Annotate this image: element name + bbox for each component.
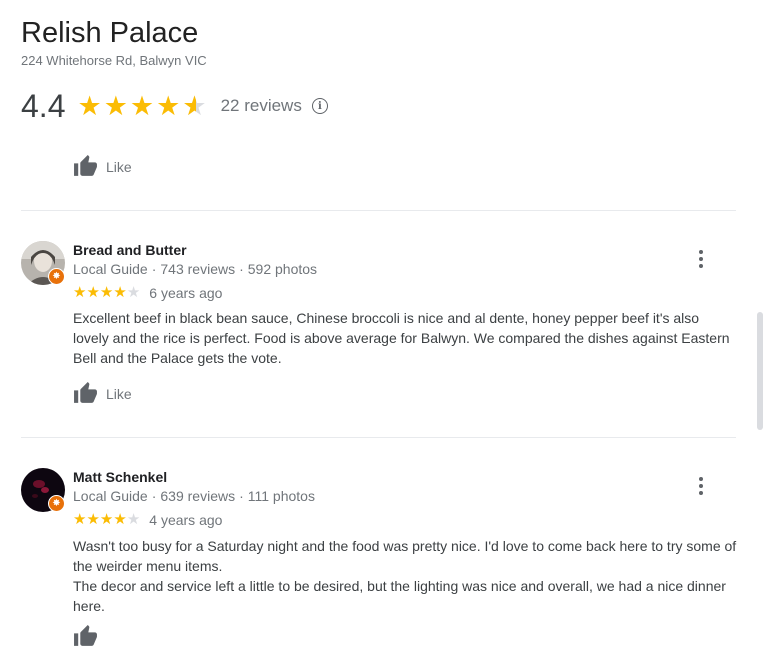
rating-stars: ★ ★ ★ ★ ★ [77,91,206,121]
star-icon: ★ [99,284,114,301]
more-options-icon[interactable] [689,247,713,271]
review-age: 4 years ago [149,512,223,528]
review-rating: ★ ★ ★ ★ ★ 6 years ago [73,285,223,302]
review-text: Excellent beef in black bean sauce, Chin… [73,308,738,368]
review-paragraph: Excellent beef in black bean sauce, Chin… [73,310,730,366]
reviewer-name[interactable]: Matt Schenkel [73,469,167,485]
star-icon: ★ [86,284,100,301]
review-1-avatar-wrap[interactable]: ✸ [21,241,65,285]
local-guide-label: Local Guide [73,261,148,277]
half-star-icon: ★ [182,91,206,121]
rating-summary: 4.4 ★ ★ ★ ★ ★ 22 reviews i [21,86,328,126]
review-paragraph: Wasn't too busy for a Saturday night and… [73,538,737,574]
star-icon: ★ [99,511,114,528]
place-address: 224 Whitehorse Rd, Balwyn VIC [21,53,207,68]
divider [21,437,736,438]
reviewer-photo-count: 592 photos [247,261,318,277]
like-button[interactable]: Like [73,154,132,179]
reviewer-photo-count: 111 photos [247,488,315,504]
star-icon: ★ [113,284,127,301]
star-icon: ★ [73,284,87,301]
reviewer-review-count: 743 reviews [160,261,236,277]
thumbs-up-icon [74,625,97,646]
star-icon: ★ [156,91,181,121]
like-label: Like [106,158,132,175]
star-icon: ★ [86,511,100,528]
review-stars: ★ ★ ★ ★ ★ [73,285,140,301]
thumbs-up-icon [74,155,97,176]
reviewer-review-count: 639 reviews [160,488,236,504]
divider [21,210,736,211]
review-2-avatar-wrap[interactable]: ✸ [21,468,65,512]
review-text: Wasn't too busy for a Saturday night and… [73,536,738,616]
more-options-icon[interactable] [689,474,713,498]
empty-star-icon: ★ [126,511,141,528]
place-title: Relish Palace [21,17,199,49]
star-icon: ★ [129,91,155,121]
separator-dot: · [151,261,157,277]
star-icon: ★ [77,91,102,121]
thumbs-up-icon [74,382,97,403]
star-icon: ★ [113,511,127,528]
reviewer-meta: Local Guide · 743 reviews · 592 photos [73,261,317,277]
reviewer-name[interactable]: Bread and Butter [73,242,187,258]
star-icon: ★ [103,91,128,121]
scrollbar-thumb[interactable] [757,312,763,430]
review-paragraph: The decor and service left a little to b… [73,578,726,614]
like-label: Like [106,385,132,402]
star-icon: ★ [73,511,87,528]
like-button[interactable] [73,624,98,649]
local-guide-badge-icon: ✸ [48,495,65,512]
info-icon[interactable]: i [311,98,328,114]
separator-dot: · [239,261,244,277]
separator-dot: · [151,488,157,504]
review-age: 6 years ago [149,285,223,301]
review-stars: ★ ★ ★ ★ ★ [73,512,140,528]
local-guide-label: Local Guide [73,488,148,504]
separator-dot: · [239,488,244,504]
rating-value: 4.4 [21,88,66,124]
review-count-link[interactable]: 22 reviews [221,96,302,116]
local-guide-badge-icon: ✸ [48,268,65,285]
like-button[interactable]: Like [73,381,132,406]
reviewer-meta: Local Guide · 639 reviews · 111 photos [73,488,315,504]
empty-star-icon: ★ [126,284,141,301]
review-rating: ★ ★ ★ ★ ★ 4 years ago [73,512,223,529]
